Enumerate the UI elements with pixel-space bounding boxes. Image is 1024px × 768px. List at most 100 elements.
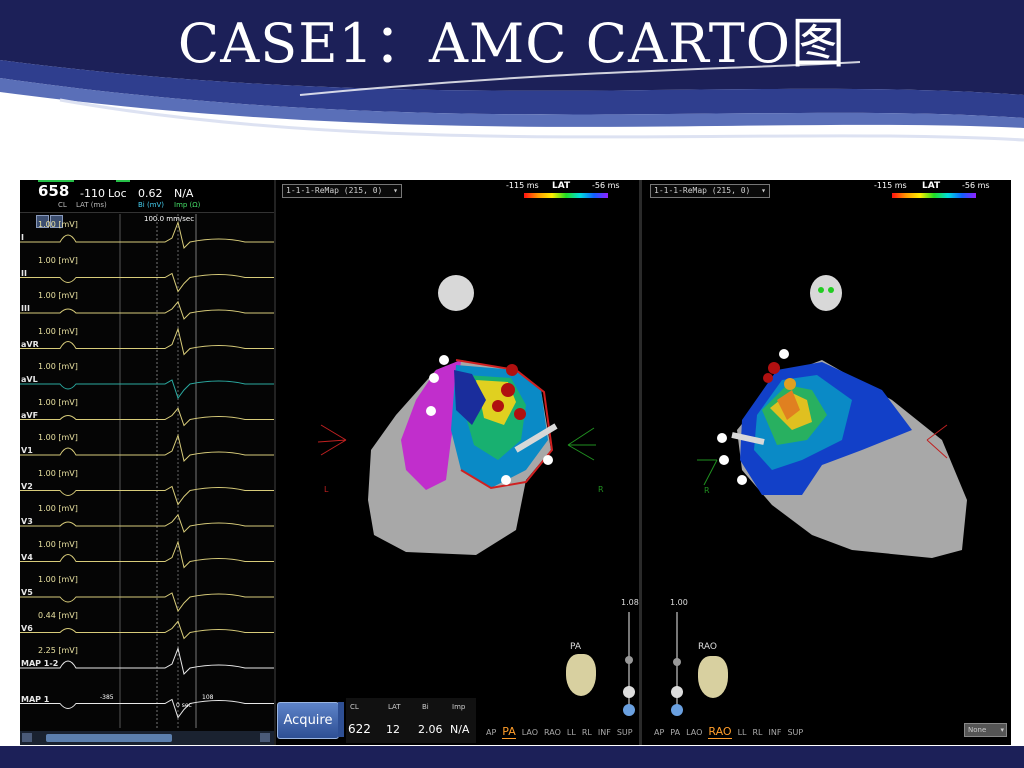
chevron-down-icon: ▾ [1000, 726, 1004, 734]
scroll-right-icon[interactable] [260, 733, 270, 742]
lead-gain: 1.00 [mV] [38, 468, 78, 478]
lead-gain: 1.00 [mV] [38, 433, 78, 442]
heart-map-rao[interactable] [642, 330, 1011, 570]
lat-scale-min: -115 ms [506, 181, 539, 190]
view-option[interactable]: SUP [617, 728, 633, 737]
map-selector[interactable]: 1-1-1-ReMap (215, 0) ▾ [282, 184, 402, 198]
view-option[interactable]: LL [567, 728, 576, 737]
view-option[interactable]: LAO [686, 728, 702, 737]
view-option[interactable]: RL [752, 728, 762, 737]
lead-name: V5 [21, 588, 33, 597]
lead-gain: 1.00 [mV] [38, 362, 78, 371]
acquire-button-label: Acquire [283, 713, 333, 728]
lat-scale-max: -56 ms [962, 181, 990, 190]
view-option[interactable]: AP [654, 728, 664, 737]
lead-name: V1 [21, 446, 33, 455]
scroll-thumb[interactable] [46, 734, 172, 742]
slide-footer-bar [0, 746, 1024, 768]
lead-name: II [21, 268, 27, 278]
map-selector-value: 1-1-1-ReMap (215, 0) [286, 186, 383, 195]
ecg-panel: 658 CL -110 LAT (ms) Loc 0.62 Bi (mV) N/… [20, 180, 274, 745]
carto-screen: 658 CL -110 LAT (ms) Loc 0.62 Bi (mV) N/… [20, 180, 1011, 745]
zoom-slider-thumb[interactable] [625, 656, 633, 664]
lat-scale-name: LAT [552, 181, 571, 191]
zero-time-label: 0 sec [176, 702, 192, 709]
view-option[interactable]: AP [486, 728, 496, 737]
lat-scale-min: -115 ms [874, 181, 907, 190]
lat-scale-max: -56 ms [592, 181, 620, 190]
view-option[interactable]: RAO [708, 725, 732, 739]
lead-gain: 1.00 [mV] [38, 220, 78, 229]
reset-view-icon[interactable] [671, 704, 683, 716]
lead-name: V6 [21, 623, 33, 633]
lead-gain: 1.00 [mV] [38, 255, 78, 265]
axis-r-label: R [704, 486, 710, 495]
lead-gain: 2.25 [mV] [38, 646, 78, 655]
window-end-label: 108 [202, 694, 214, 701]
status-bi-label: Bi [422, 703, 429, 711]
lead-name: aVF [21, 410, 39, 420]
map-selector-value: 1-1-1-ReMap (215, 0) [654, 186, 751, 195]
slide-title: CASE1：AMC CARTO图 [177, 12, 847, 75]
map-selector[interactable]: 1-1-1-ReMap (215, 0) ▾ [650, 184, 770, 198]
chevron-down-icon: ▾ [761, 186, 766, 195]
corner-dropdown-value: None [968, 726, 987, 734]
ecg-lead-list: 1.00 [mV] I 1.00 [mV] II 1.00 [mV] III 1.00 [m… [20, 180, 274, 745]
lead-gain: 0.44 [mV] [38, 610, 78, 620]
status-cl-value: 622 [348, 722, 371, 736]
view-option[interactable]: INF [598, 728, 611, 737]
view-option[interactable]: RL [582, 728, 592, 737]
heart-view-icon [698, 656, 728, 698]
zoom-out-icon[interactable] [623, 686, 635, 698]
lat-color-bar [524, 193, 608, 198]
lead-name: MAP 1-2 [21, 659, 59, 668]
corner-dropdown[interactable]: None ▾ [964, 723, 1007, 737]
chevron-down-icon: ▾ [393, 186, 398, 195]
status-lat-value: 12 [386, 723, 400, 736]
lead-gain: 1.00 [mV] [38, 575, 78, 584]
status-lat-label: LAT [388, 703, 401, 711]
lead-name: I [21, 233, 24, 242]
status-imp-label: Imp [452, 703, 466, 711]
acquire-options-icon[interactable] [338, 702, 344, 737]
lead-gain: 1.00 [mV] [38, 504, 78, 513]
view-option[interactable]: PA [670, 728, 680, 737]
zoom-value: 1.00 [670, 598, 688, 607]
head-orientation-icon [438, 275, 474, 311]
head-orientation-icon [810, 275, 842, 311]
lead-name: V4 [21, 552, 33, 562]
lead-gain: 1.00 [mV] [38, 539, 78, 549]
status-panel: CL LAT Bi Imp 622 12 2.06 N/A [346, 698, 476, 743]
ecg-scrollbar[interactable] [20, 731, 274, 745]
scroll-left-icon[interactable] [22, 733, 32, 742]
view-option[interactable]: LL [738, 728, 747, 737]
axis-l-label: L [324, 485, 329, 494]
acquire-button[interactable]: Acquire [277, 702, 339, 739]
status-imp-value: N/A [450, 723, 470, 736]
status-bi-value: 2.06 [418, 723, 443, 736]
window-start-label: -385 [100, 694, 114, 701]
reset-view-icon[interactable] [623, 704, 635, 716]
lead-name: aVL [21, 375, 38, 384]
view-selector: AP PA LAO RAO LL RL INF SUP [654, 725, 809, 739]
lead-gain: 1.00 [mV] [38, 397, 78, 407]
lat-color-bar [892, 193, 976, 198]
view-option[interactable]: INF [769, 728, 782, 737]
lat-scale-name: LAT [922, 181, 941, 191]
zoom-value: 1.08 [621, 598, 639, 607]
lead-name: V3 [21, 517, 33, 526]
view-option[interactable]: SUP [787, 728, 803, 737]
lead-name: aVR [21, 339, 39, 349]
lead-gain: 1.00 [mV] [38, 291, 78, 300]
view-option[interactable]: PA [502, 725, 516, 739]
lead-gain: 1.00 [mV] [38, 326, 78, 336]
zoom-slider-thumb[interactable] [673, 658, 681, 666]
view-option[interactable]: RAO [544, 728, 561, 737]
heart-map-pa[interactable] [276, 330, 639, 570]
zoom-out-icon[interactable] [671, 686, 683, 698]
lead-name: V2 [21, 481, 33, 491]
lead-name: MAP 1 [21, 694, 50, 704]
status-cl-label: CL [350, 703, 359, 711]
axis-r-label: R [598, 485, 604, 494]
view-option[interactable]: LAO [522, 728, 538, 737]
